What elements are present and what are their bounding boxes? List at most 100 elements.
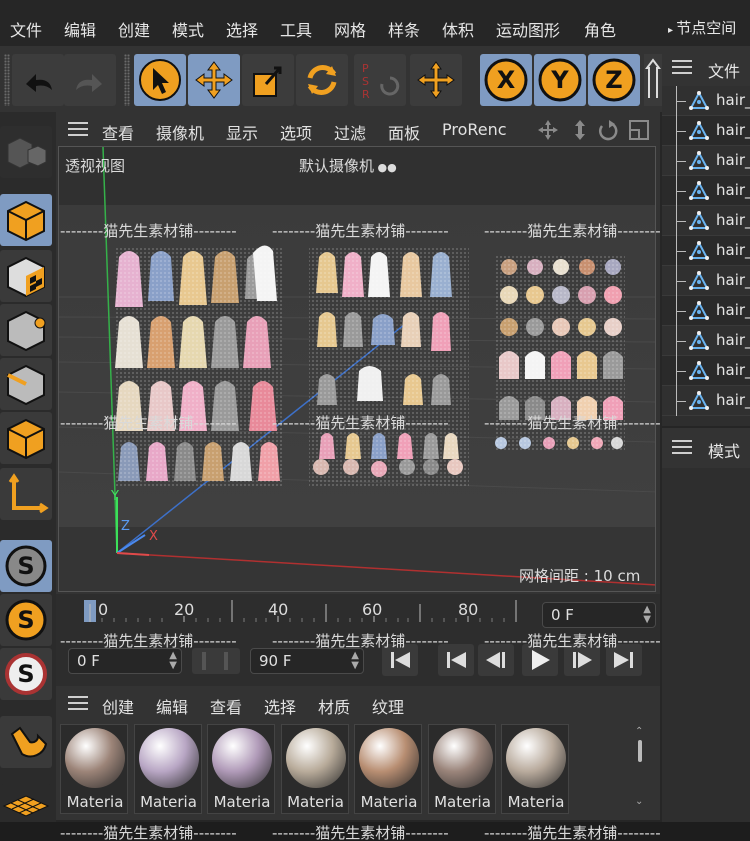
mat-menu-material[interactable]: 材质 [318,694,350,718]
material-thumbnail[interactable]: Materia [427,724,496,814]
vp-menu-options[interactable]: 选项 [280,120,312,144]
menu-select[interactable]: 选择 [226,17,258,41]
vp-menu-camera[interactable]: 摄像机 [156,120,204,144]
menu-volume[interactable]: 体积 [442,17,474,41]
hair-group-right[interactable] [495,255,625,451]
x-axis-button[interactable]: X [480,54,532,106]
menu-tools[interactable]: 工具 [280,17,312,41]
scroll-up-icon[interactable]: ⌃ [635,726,643,737]
make-editable-button[interactable] [0,126,52,178]
mat-menu-view[interactable]: 查看 [210,694,242,718]
toolbar-grip[interactable] [4,54,10,106]
texture-mode-button[interactable] [0,250,52,302]
material-thumbnail[interactable]: Materia [133,724,202,814]
range-handle-left[interactable] [202,652,206,670]
stepper-arrows-icon[interactable]: ▲ ▼ [351,651,359,671]
rotate-tool-button[interactable] [296,54,348,106]
stepper-arrows-icon[interactable]: ▲ ▼ [169,651,177,671]
previous-frame-button[interactable] [478,644,514,676]
vp-menu-view[interactable]: 查看 [102,120,134,144]
y-axis-button[interactable]: Y [534,54,586,106]
objects-menu-file[interactable]: 文件 [708,58,740,82]
start-frame-field[interactable]: 0 F ▲ ▼ [68,648,182,674]
object-row[interactable]: hair_ [662,326,750,356]
stepper-arrows-icon[interactable]: ▲ ▼ [643,605,651,625]
snap-button[interactable]: S [0,540,52,592]
menu-create[interactable]: 创建 [118,17,150,41]
z-axis-button[interactable]: Z [588,54,640,106]
snap-enable-button[interactable]: S [0,594,52,646]
object-row[interactable]: hair_ [662,296,750,326]
material-thumbnail[interactable]: Materia [501,724,569,814]
play-button[interactable] [522,644,558,676]
go-to-start-button[interactable] [382,644,418,676]
magnet-tool-button[interactable] [0,716,52,768]
polygon-mode-button[interactable] [0,412,52,464]
vp-menu-prorender[interactable]: ProRenc [442,120,506,139]
menu-mode[interactable]: 模式 [172,17,204,41]
hair-group-middle[interactable] [309,247,469,487]
menu-spline[interactable]: 样条 [388,17,420,41]
toolbar-overflow[interactable] [644,54,662,106]
object-row[interactable]: hair_ [662,386,750,416]
mat-menu-texture[interactable]: 纹理 [372,694,404,718]
menu-character[interactable]: 角色 [584,17,616,41]
menu-file[interactable]: 文件 [10,17,42,41]
object-row[interactable]: hair_ [662,86,750,116]
edge-mode-button[interactable] [0,358,52,410]
mat-menu-create[interactable]: 创建 [102,694,134,718]
hamburger-icon[interactable] [672,60,692,74]
node-space-menu[interactable]: ▸ 节点空间 [668,17,736,38]
object-row[interactable]: hair_ [662,146,750,176]
object-row[interactable]: hair_ [662,116,750,146]
orbit-icon[interactable] [599,120,618,141]
object-row[interactable]: hair_ [662,206,750,236]
camera-name-label[interactable]: 默认摄像机 ●● [299,155,397,176]
workplane-snap-button[interactable]: S [0,648,52,700]
perspective-viewport[interactable]: 透视视图 默认摄像机 ●● Y Z X 网格间距 : 10 cm [58,146,656,592]
pan-icon[interactable] [538,120,558,140]
move-tool-button[interactable] [188,54,240,106]
vp-menu-filter[interactable]: 过滤 [334,120,366,144]
point-mode-button[interactable] [0,304,52,356]
scroll-thumb[interactable] [638,740,642,762]
scale-tool-button[interactable] [242,54,294,106]
material-scrollbar[interactable]: ⌃ ⌄ [634,726,648,814]
previous-key-button[interactable] [438,644,474,676]
object-row[interactable]: hair_ [662,266,750,296]
object-row[interactable]: hair_ [662,176,750,206]
psr-button[interactable]: P S R [354,54,406,106]
next-frame-button[interactable] [564,644,600,676]
redo-button[interactable] [64,54,116,106]
range-handle-right[interactable] [224,652,228,670]
material-thumbnail[interactable]: Materia [60,724,128,814]
mat-menu-select[interactable]: 选择 [264,694,296,718]
dolly-icon[interactable] [575,120,585,140]
undo-button[interactable] [12,54,64,106]
toolbar-grip-2[interactable] [124,54,130,106]
object-row[interactable]: hair_ [662,236,750,266]
vp-menu-display[interactable]: 显示 [226,120,258,144]
scroll-down-icon[interactable]: ⌄ [635,796,643,807]
object-row[interactable]: hair_ [662,356,750,386]
go-to-end-button[interactable] [606,644,642,676]
hair-group-left[interactable] [114,245,284,487]
menu-edit[interactable]: 编辑 [64,17,96,41]
coordinate-system-button[interactable] [410,54,462,106]
material-thumbnail[interactable]: Materia [207,724,275,814]
hamburger-icon[interactable] [68,122,88,136]
maximize-view-icon[interactable] [629,120,649,140]
vp-menu-panel[interactable]: 面板 [388,120,420,144]
model-mode-button[interactable] [0,194,52,246]
range-slider[interactable] [192,648,240,674]
hamburger-icon[interactable] [672,440,692,454]
mat-menu-edit[interactable]: 编辑 [156,694,188,718]
end-frame-field[interactable]: 90 F ▲ ▼ [250,648,364,674]
current-frame-field[interactable]: 0 F ▲ ▼ [542,602,656,628]
menu-mograph[interactable]: 运动图形 [496,17,560,41]
axis-mode-button[interactable] [0,468,52,520]
hamburger-icon[interactable] [68,696,88,710]
menu-mesh[interactable]: 网格 [334,17,366,41]
material-thumbnail[interactable]: Materia [280,724,349,814]
attributes-menu-mode[interactable]: 模式 [708,438,740,462]
